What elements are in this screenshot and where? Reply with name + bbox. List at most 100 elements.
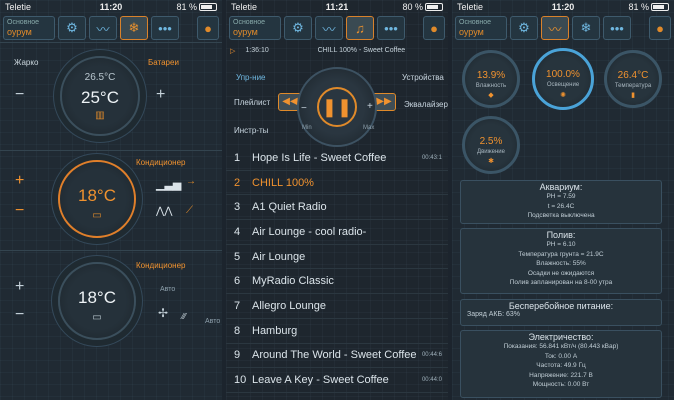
- heating-knob[interactable]: 26.5°C 25°C ▥: [60, 56, 140, 136]
- tab-climate[interactable]: ❄: [572, 16, 600, 40]
- ac-minus-button[interactable]: −: [15, 202, 24, 220]
- tab-bar: Основное оурум ⚙ 〰 ❄ ••• ●: [0, 15, 222, 41]
- temperature-caption: Температура: [614, 83, 652, 89]
- track-title: Hamburg: [252, 324, 298, 337]
- snowflake-icon: ❄: [128, 20, 140, 35]
- playlist-item[interactable]: 10 Leave A Key - Sweet Coffee 00:44:0: [226, 368, 448, 393]
- aquarium-title: Аквариум:: [539, 182, 583, 192]
- track-number: 10: [234, 374, 247, 387]
- fan-speed-icon[interactable]: ▁▃▅: [156, 178, 181, 191]
- status-bar: Teletie 11:21 80 %: [226, 0, 448, 14]
- sphere-icon: ●: [430, 20, 438, 36]
- tab-main-line2: оурум: [7, 26, 32, 37]
- playlist-item[interactable]: 4 Air Lounge - cool radio-: [226, 220, 448, 245]
- temperature-gauge[interactable]: 26.4°C Температура ▮: [604, 50, 662, 108]
- tab-charts[interactable]: 〰: [315, 16, 343, 40]
- volume-minus-icon[interactable]: −: [301, 103, 307, 114]
- track-title: Leave A Key - Sweet Coffee: [252, 374, 389, 387]
- ac2-label: Кондиционер: [136, 261, 186, 270]
- playlist-item[interactable]: 5 Air Lounge: [226, 245, 448, 270]
- playlist-button[interactable]: Плейлист: [234, 98, 270, 107]
- ac-up-arrow-icon[interactable]: →: [186, 176, 196, 187]
- ac2-auto2-label[interactable]: Авто: [205, 318, 220, 325]
- ac-set-temp: 18°C: [78, 186, 116, 205]
- playlist-item[interactable]: 9 Around The World - Sweet Coffee 00:44:6: [226, 344, 448, 369]
- control-button[interactable]: Упр-ние: [236, 73, 266, 82]
- tab-charts[interactable]: 〰: [89, 16, 117, 40]
- volume-dial[interactable]: ❚❚ − +: [297, 67, 377, 147]
- gear-icon: ⚙: [518, 20, 530, 35]
- volume-max-label: Max: [363, 125, 375, 131]
- dots-icon: •••: [384, 20, 398, 36]
- watering-schedule: Полив запланирован на 8-00 утра: [509, 279, 613, 286]
- ac2-swing-icon[interactable]: ⁄⁄⁄: [182, 312, 186, 321]
- tab-extra[interactable]: ●: [423, 16, 445, 40]
- tab-main[interactable]: Основное оурум: [455, 16, 507, 40]
- track-duration: 00:44:0: [421, 377, 442, 384]
- tab-charts[interactable]: 〰: [541, 16, 569, 40]
- power-reading: Показания: 56.841 кВт/ч (80.443 кВар): [503, 343, 619, 350]
- clock: 11:21: [325, 2, 349, 12]
- track-number: 5: [234, 250, 241, 263]
- playlist-item[interactable]: 8 Hamburg: [226, 319, 448, 344]
- playlist-item[interactable]: 6 MyRadio Classic: [226, 269, 448, 295]
- tab-settings[interactable]: ⚙: [510, 16, 538, 40]
- tab-main-line2: оурум: [459, 26, 484, 37]
- playlist-item[interactable]: 3 A1 Quiet Radio: [226, 195, 448, 221]
- tab-more[interactable]: •••: [377, 16, 405, 40]
- radiator-icon: ▥: [95, 110, 105, 121]
- track-number: 8: [234, 324, 241, 337]
- tab-extra[interactable]: ●: [197, 16, 219, 40]
- tab-main-line1: Основное: [459, 18, 492, 26]
- pause-button[interactable]: ❚❚: [317, 87, 357, 127]
- playlist-item[interactable]: 1 Hope Is Life - Sweet Coffee 00:43:1: [226, 146, 448, 171]
- pause-icon: ❚❚: [321, 97, 353, 117]
- ac2-plus-button[interactable]: +: [15, 278, 24, 296]
- fan-icon[interactable]: ✢: [158, 306, 168, 320]
- playlist-item[interactable]: 2 CHILL 100%: [226, 171, 448, 196]
- temperature-value: 26.4°C: [617, 70, 649, 81]
- sensors-screen: Teletie 11:20 81 % Основное оурум ⚙ 〰 ❄ •…: [452, 0, 674, 400]
- volume-plus-icon[interactable]: +: [367, 101, 373, 112]
- ac2-knob[interactable]: 18°C ▭: [58, 262, 136, 340]
- equalizer-button[interactable]: Эквалайзер: [404, 100, 448, 109]
- tab-climate[interactable]: ❄: [120, 16, 148, 40]
- now-playing-title: CHILL 100% - Sweet Coffee: [317, 47, 406, 54]
- track-number: 6: [234, 275, 241, 288]
- player: ▷ 1:36:10 CHILL 100% - Sweet Coffee Упр-…: [226, 45, 448, 147]
- tab-extra[interactable]: ●: [649, 16, 671, 40]
- humidity-gauge[interactable]: 13.9% Влажность ◆: [462, 50, 520, 108]
- light-gauge[interactable]: 100.0% Освещение ✺: [532, 48, 594, 110]
- devices-button[interactable]: Устройства: [402, 73, 444, 82]
- motion-gauge[interactable]: 2.5% Движение ✱: [462, 116, 520, 174]
- tab-main[interactable]: Основное оурум: [229, 16, 281, 40]
- tab-main-line2: оурум: [233, 26, 258, 37]
- ac-down-arrow-icon[interactable]: ⟋: [186, 205, 193, 216]
- ups-panel: Бесперебойное питание: Заряд АКБ: 63%: [460, 299, 662, 326]
- tab-settings[interactable]: ⚙: [284, 16, 312, 40]
- watering-humidity: Влажность: 55%: [536, 260, 586, 267]
- tab-bar: Основное оурум ⚙ 〰 ♫ ••• ●: [226, 15, 448, 41]
- watering-soil-temp: Температура грунта = 21.9С: [518, 250, 604, 258]
- track-title: Air Lounge - cool radio-: [252, 225, 367, 238]
- track-number: 3: [234, 201, 241, 214]
- tab-more[interactable]: •••: [603, 16, 631, 40]
- ac-knob[interactable]: 18°C ▭: [58, 160, 136, 238]
- watering-ph: PH = 6.10: [546, 241, 576, 248]
- ac-plus-button[interactable]: +: [15, 172, 24, 190]
- ac2-minus-button[interactable]: −: [15, 306, 24, 324]
- tab-settings[interactable]: ⚙: [58, 16, 86, 40]
- tab-more[interactable]: •••: [151, 16, 179, 40]
- ac2-auto-label[interactable]: Авто: [160, 286, 175, 293]
- tab-main[interactable]: Основное оурум: [3, 16, 55, 40]
- ac-label: Кондиционер: [136, 158, 186, 167]
- tools-button[interactable]: Инстр-ты: [234, 126, 268, 135]
- tab-music[interactable]: ♫: [346, 16, 374, 40]
- heat-plus-button[interactable]: +: [156, 86, 165, 104]
- power-frequency: Частота: 49.9 Гц: [536, 362, 586, 369]
- heat-minus-button[interactable]: −: [15, 86, 24, 104]
- swing-icon[interactable]: ⋀⋀: [156, 206, 172, 217]
- ac2-unit-icon: ▭: [92, 312, 102, 323]
- play-indicator-icon: ▷: [230, 48, 236, 55]
- playlist-item[interactable]: 7 Allegro Lounge: [226, 294, 448, 319]
